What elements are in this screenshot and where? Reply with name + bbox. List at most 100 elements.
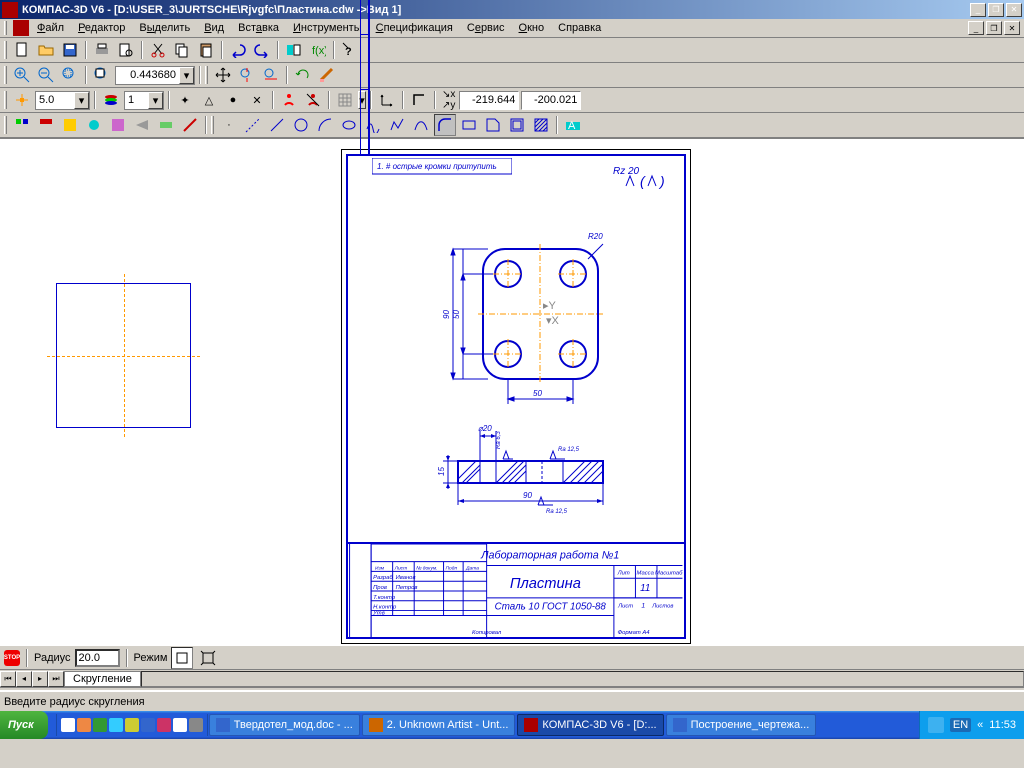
tool-panel-8[interactable] bbox=[179, 114, 201, 136]
menu-edit[interactable]: Редактор bbox=[72, 20, 131, 36]
tool-panel-4[interactable] bbox=[83, 114, 105, 136]
open-button[interactable] bbox=[35, 39, 57, 61]
polyline-button[interactable] bbox=[386, 114, 408, 136]
radius-input[interactable] bbox=[75, 649, 120, 667]
tool-panel-2[interactable] bbox=[35, 114, 57, 136]
coord-y-field[interactable] bbox=[521, 91, 581, 110]
refresh-button[interactable] bbox=[292, 64, 314, 86]
redo-button[interactable] bbox=[251, 39, 273, 61]
layer-combo[interactable]: 1▾ bbox=[124, 91, 164, 110]
bezier-button[interactable] bbox=[410, 114, 432, 136]
drawing-canvas[interactable]: 1. # острые кромки притупить Rz 20 ( ) bbox=[0, 138, 1024, 645]
ql-icon[interactable] bbox=[93, 718, 107, 732]
scroll-first[interactable]: ⏮ bbox=[0, 671, 16, 687]
ql-icon[interactable] bbox=[77, 718, 91, 732]
zoom-out-button[interactable] bbox=[35, 64, 57, 86]
ql-icon[interactable] bbox=[173, 718, 187, 732]
parametric-on-button[interactable] bbox=[278, 89, 300, 111]
circle-button[interactable] bbox=[290, 114, 312, 136]
zoom-realtime-button[interactable] bbox=[236, 64, 258, 86]
grip[interactable] bbox=[4, 21, 7, 35]
fillet-button[interactable] bbox=[434, 114, 456, 136]
grip[interactable] bbox=[4, 91, 7, 109]
grip[interactable] bbox=[4, 116, 7, 134]
variables-button[interactable]: f(x) bbox=[307, 39, 329, 61]
line-button[interactable] bbox=[266, 114, 288, 136]
snap-end-button[interactable]: ✦ bbox=[174, 89, 196, 111]
tool-panel-5[interactable] bbox=[107, 114, 129, 136]
cut-button[interactable] bbox=[147, 39, 169, 61]
parametric-off-button[interactable] bbox=[302, 89, 324, 111]
menu-window[interactable]: Окно bbox=[513, 20, 551, 36]
zoom-in-button[interactable] bbox=[11, 64, 33, 86]
restore-button[interactable]: ❐ bbox=[988, 3, 1004, 17]
mdi-close[interactable]: ✕ bbox=[1004, 21, 1020, 35]
pan-button[interactable] bbox=[212, 64, 234, 86]
task-word2[interactable]: Построение_чертежа... bbox=[666, 714, 817, 736]
mdi-minimize[interactable]: _ bbox=[968, 21, 984, 35]
task-media[interactable]: 2. Unknown Artist - Unt... bbox=[362, 714, 516, 736]
contour-button[interactable] bbox=[482, 114, 504, 136]
menu-help[interactable]: Справка bbox=[552, 20, 607, 36]
task-word[interactable]: Твердотел_мод.doc - ... bbox=[209, 714, 360, 736]
ql-icon[interactable] bbox=[189, 718, 203, 732]
ql-icon[interactable] bbox=[141, 718, 155, 732]
layer-icon[interactable] bbox=[100, 89, 122, 111]
menu-service[interactable]: Сервис bbox=[461, 20, 511, 36]
menu-spec[interactable]: Спецификация bbox=[370, 20, 459, 36]
minimize-button[interactable]: _ bbox=[970, 3, 986, 17]
local-cs-button[interactable] bbox=[376, 89, 398, 111]
clock[interactable]: 11:53 bbox=[989, 719, 1016, 731]
manager-button[interactable] bbox=[283, 39, 305, 61]
grip[interactable] bbox=[4, 66, 7, 84]
stop-button[interactable]: STOP bbox=[4, 650, 20, 666]
menu-file[interactable]: Файл bbox=[31, 20, 70, 36]
paste-button[interactable] bbox=[195, 39, 217, 61]
start-button[interactable]: Пуск bbox=[0, 711, 48, 739]
tool-panel-3[interactable] bbox=[59, 114, 81, 136]
menu-insert[interactable]: Вставка bbox=[232, 20, 285, 36]
preview-button[interactable] bbox=[115, 39, 137, 61]
menu-view[interactable]: Вид bbox=[198, 20, 230, 36]
ql-icon[interactable] bbox=[61, 718, 75, 732]
scroll-next[interactable]: ▸ bbox=[32, 671, 48, 687]
tool-panel-6[interactable] bbox=[131, 114, 153, 136]
snap-intersect-button[interactable]: ✕ bbox=[246, 89, 268, 111]
close-button[interactable]: ✕ bbox=[1006, 3, 1022, 17]
zoom-combo[interactable]: 0.443680▾ bbox=[115, 66, 195, 85]
tray-icon[interactable] bbox=[928, 717, 944, 733]
grip[interactable] bbox=[4, 41, 7, 59]
grip[interactable] bbox=[205, 66, 208, 84]
zoom-prev-button[interactable] bbox=[260, 64, 282, 86]
equidist-button[interactable] bbox=[506, 114, 528, 136]
mdi-restore[interactable]: ❐ bbox=[986, 21, 1002, 35]
copy-button[interactable] bbox=[171, 39, 193, 61]
task-kompas[interactable]: КОМПАС-3D V6 - [D:... bbox=[517, 714, 663, 736]
mode-notrim-button[interactable] bbox=[197, 647, 219, 669]
tool-panel-1[interactable] bbox=[11, 114, 33, 136]
step-combo[interactable]: 5.0▾ bbox=[35, 91, 90, 110]
scroll-prev[interactable]: ◂ bbox=[16, 671, 32, 687]
snap-mid-button[interactable]: △ bbox=[198, 89, 220, 111]
aux-line-button[interactable] bbox=[242, 114, 264, 136]
ql-icon[interactable] bbox=[157, 718, 171, 732]
save-button[interactable] bbox=[59, 39, 81, 61]
mode-trim-button[interactable] bbox=[171, 647, 193, 669]
lang-indicator[interactable]: EN bbox=[950, 718, 971, 732]
zoom-window-button[interactable] bbox=[59, 64, 81, 86]
tray-expand[interactable]: « bbox=[977, 719, 983, 731]
hatch-button[interactable] bbox=[530, 114, 552, 136]
tool-panel-7[interactable] bbox=[155, 114, 177, 136]
coord-x-field[interactable] bbox=[459, 91, 519, 110]
text-button[interactable]: A bbox=[562, 114, 584, 136]
ortho-button[interactable] bbox=[408, 89, 430, 111]
ql-icon[interactable] bbox=[125, 718, 139, 732]
point-button[interactable]: · bbox=[218, 114, 240, 136]
zoom-fit-button[interactable] bbox=[91, 64, 113, 86]
tab-fillet[interactable]: Скругление bbox=[64, 671, 141, 687]
menu-select[interactable]: Выделить bbox=[133, 20, 196, 36]
snap-node-icon[interactable] bbox=[11, 89, 33, 111]
ql-icon[interactable] bbox=[109, 718, 123, 732]
snap-center-button[interactable]: ● bbox=[222, 89, 244, 111]
undo-button[interactable] bbox=[227, 39, 249, 61]
